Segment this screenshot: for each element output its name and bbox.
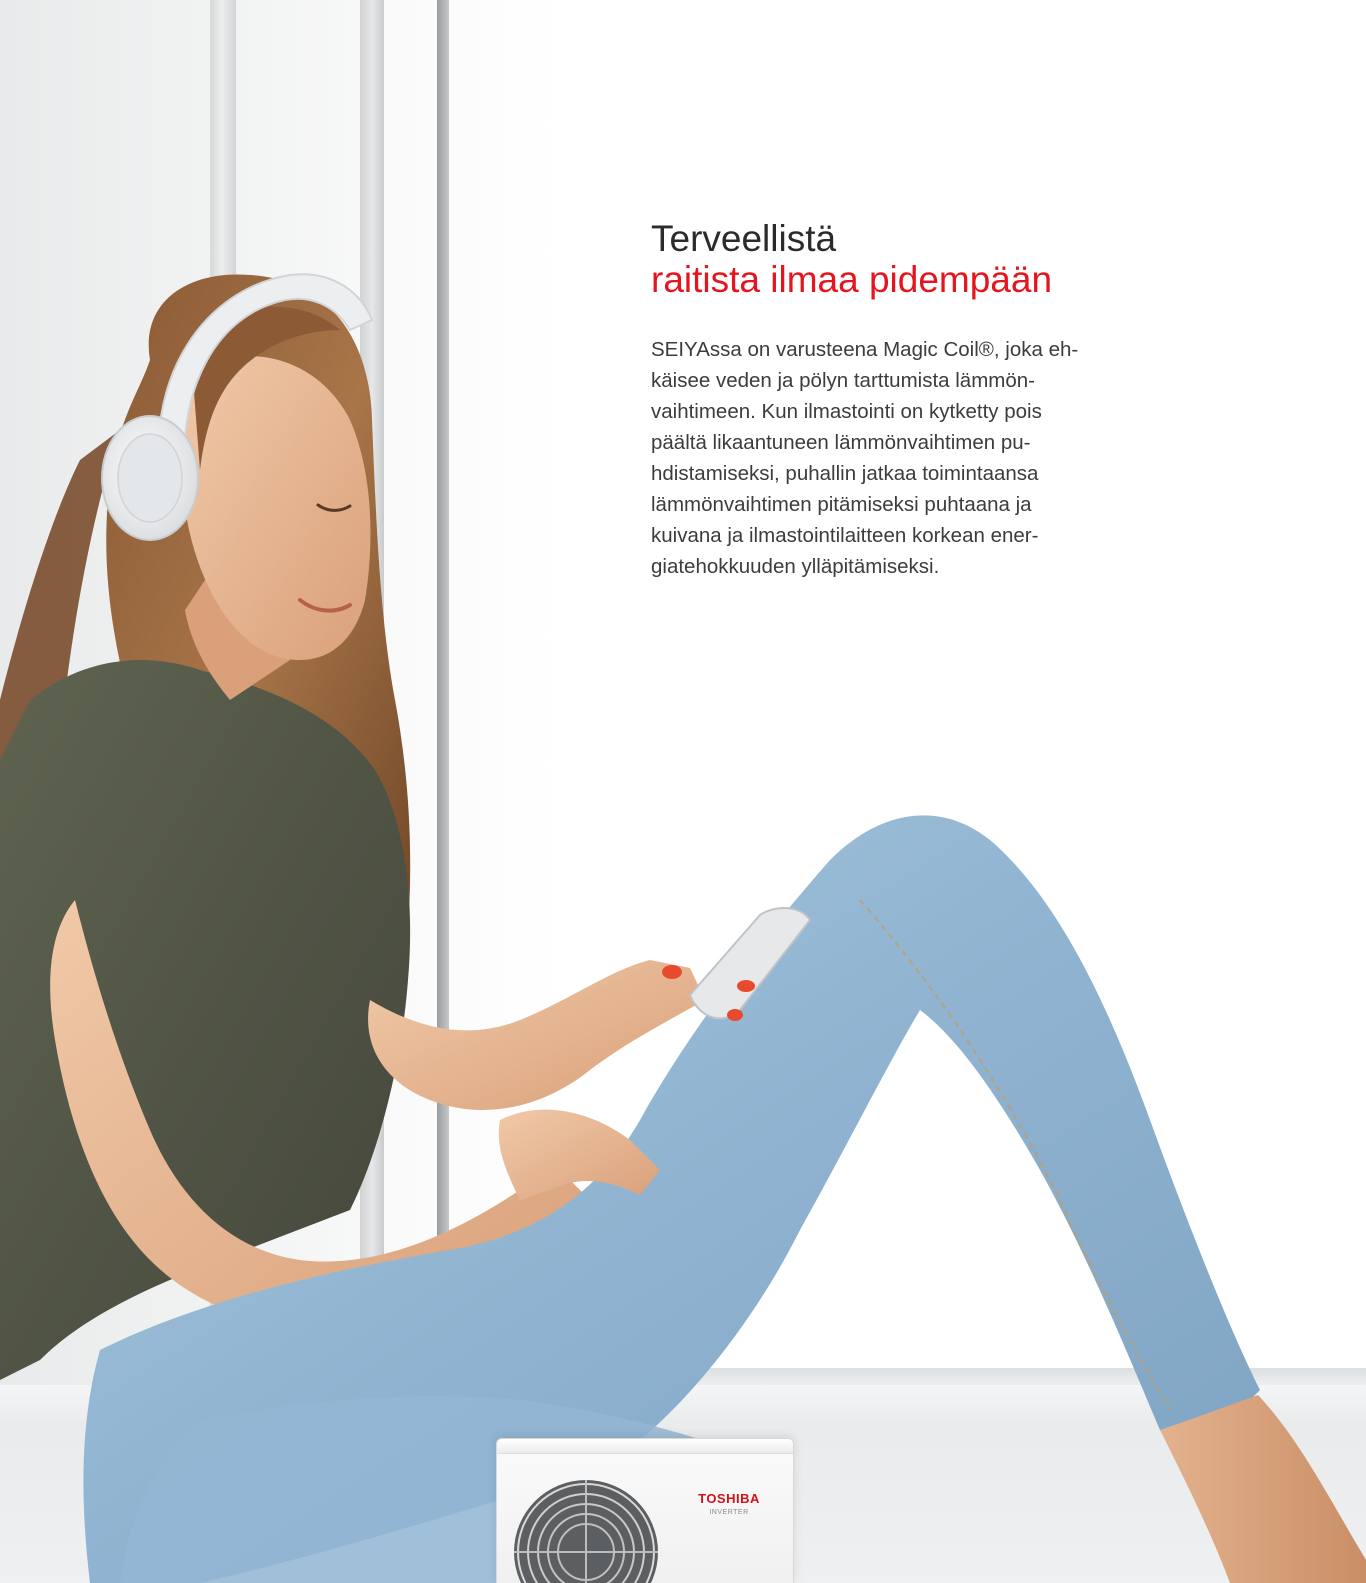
inverter-label: INVERTER <box>709 1509 749 1516</box>
body-line: päältä likaantuneen lämmönvaihtimen pu- <box>651 431 1031 454</box>
fan-grille-icon <box>514 1480 658 1583</box>
toshiba-logo: TOSHIBA <box>698 1491 760 1506</box>
body-line: giatehokkuuden ylläpitämiseksi. <box>651 555 940 578</box>
body-line: lämmönvaihtimen pitämiseksi puhtaana ja <box>651 493 1032 516</box>
brochure-page: TOSHIBA INVERTER Terveellistä raitista i… <box>0 0 1366 1583</box>
body-paragraph: SEIYAssa on varusteena Magic Coil®, joka… <box>651 334 1166 582</box>
outdoor-unit: TOSHIBA INVERTER <box>496 1438 794 1583</box>
headline-line-2: raitista ilmaa pidempään <box>651 259 1053 300</box>
body-line: vaihtimeen. Kun ilmastointi on kytketty … <box>651 400 1042 423</box>
text-block: Terveellistä raitista ilmaa pidempään SE… <box>651 218 1166 582</box>
body-line: kuivana ja ilmastointilaitteen korkean e… <box>651 524 1039 547</box>
body-line: hdistamiseksi, puhallin jatkaa toimintaa… <box>651 462 1039 485</box>
outdoor-unit-top <box>497 1439 793 1454</box>
body-line: SEIYAssa on varusteena Magic Coil®, joka… <box>651 338 1079 361</box>
headline-line-1: Terveellistä <box>651 218 837 259</box>
body-line: käisee veden ja pölyn tarttumista lämmön… <box>651 369 1035 392</box>
